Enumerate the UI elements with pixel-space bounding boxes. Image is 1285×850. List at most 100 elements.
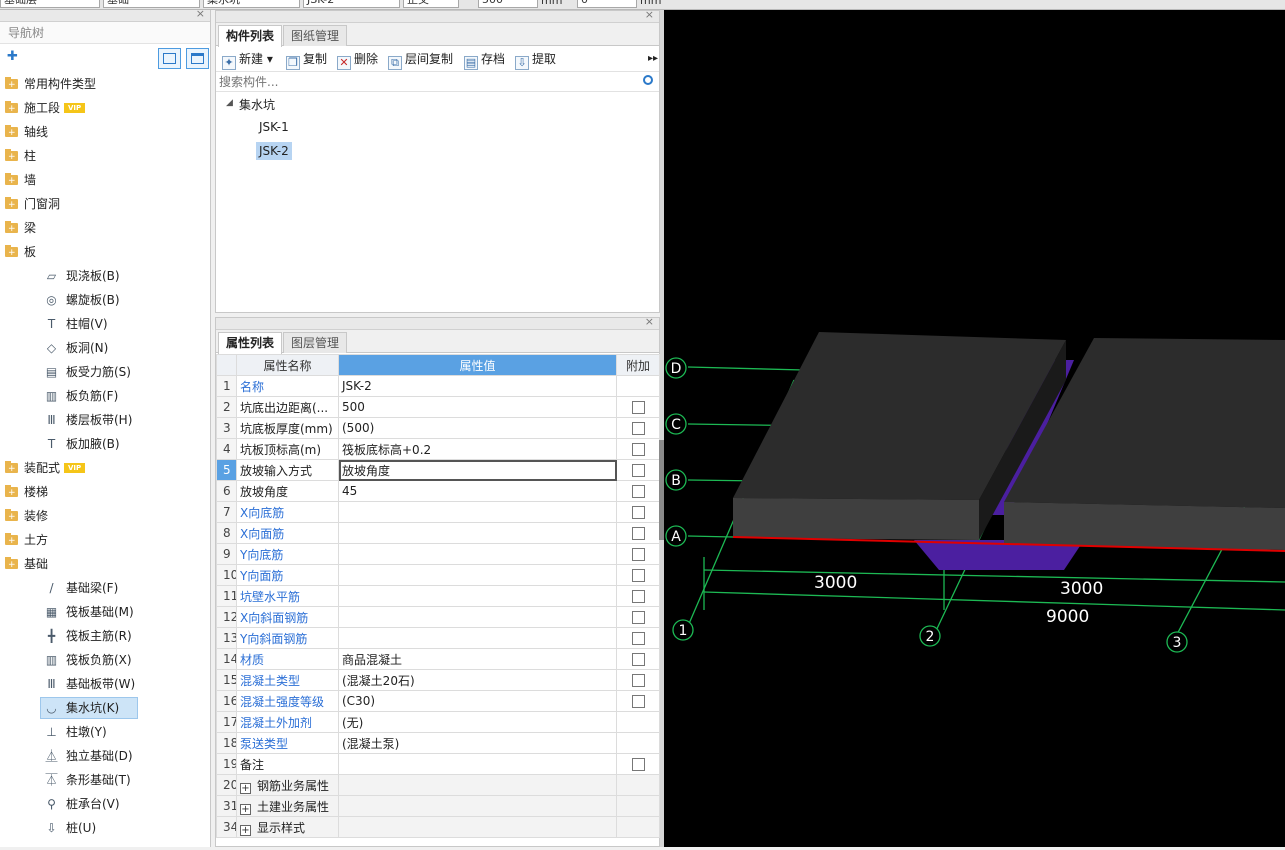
nav-item[interactable]: Ⅲ 基础板带(W) xyxy=(0,672,210,696)
property-row[interactable]: 8 X向面筋 xyxy=(216,522,660,544)
nav-item[interactable]: ▥ 板负筋(F) xyxy=(0,384,210,408)
property-row[interactable]: 16混凝土强度等级(C30) xyxy=(216,690,660,712)
extract-button[interactable]: ⇩ 提取 xyxy=(515,51,556,70)
nav-item[interactable]: / 基础梁(F) xyxy=(0,576,210,600)
attach-checkbox[interactable] xyxy=(631,464,645,477)
nav-item[interactable]: 板 xyxy=(0,240,210,265)
component-selector[interactable]: JSK-2 xyxy=(303,0,400,8)
nav-item[interactable]: 施工段VIP xyxy=(0,96,210,121)
property-row[interactable]: 9 Y向底筋 xyxy=(216,543,660,565)
nav-item[interactable]: ⇩ 桩(U) xyxy=(0,816,210,840)
attach-checkbox[interactable] xyxy=(631,695,645,708)
property-row[interactable]: 7 X向底筋 xyxy=(216,501,660,523)
nav-item[interactable]: Ⅲ 楼层板带(H) xyxy=(0,408,210,432)
close-icon[interactable]: × xyxy=(645,315,654,328)
property-value[interactable] xyxy=(338,543,617,565)
attach-checkbox[interactable] xyxy=(631,674,645,687)
property-value[interactable]: (500) xyxy=(338,417,617,439)
category-selector[interactable]: 基础 xyxy=(103,0,200,8)
property-value[interactable]: (混凝土泵) xyxy=(338,732,617,754)
floor-copy-button[interactable]: ⧉ 层间复制 xyxy=(388,51,453,70)
panel-view-button[interactable] xyxy=(186,48,209,69)
attach-checkbox[interactable] xyxy=(631,443,645,456)
property-value[interactable]: JSK-2 xyxy=(338,375,617,397)
attach-checkbox[interactable] xyxy=(631,422,645,435)
property-row[interactable]: 11坑壁水平筋 xyxy=(216,585,660,607)
close-icon[interactable]: × xyxy=(645,8,654,21)
ortho-selector[interactable]: 正交 xyxy=(403,0,459,8)
property-row[interactable]: 15混凝土类型(混凝土20石) xyxy=(216,669,660,691)
tree-item-jsk1[interactable]: JSK-1 xyxy=(259,120,289,134)
property-value[interactable]: (无) xyxy=(338,711,617,733)
nav-item[interactable]: T 板加腋(B) xyxy=(0,432,210,456)
attach-checkbox[interactable] xyxy=(631,611,645,624)
property-row[interactable]: 14材质商品混凝土 xyxy=(216,648,660,670)
nav-item[interactable]: ◡ 集水坑(K) xyxy=(0,696,210,720)
property-value[interactable]: (C30) xyxy=(338,690,617,712)
tab-layer-manager[interactable]: 图层管理 xyxy=(283,332,348,353)
type-selector[interactable]: 集水坑 xyxy=(203,0,300,8)
collapse-icon[interactable]: ◢ xyxy=(226,98,233,108)
expand-icon[interactable]: + xyxy=(240,782,251,794)
copy-button[interactable]: ❐ 复制 xyxy=(286,51,327,70)
nav-item[interactable]: ╋ 筏板主筋(R) xyxy=(0,624,210,648)
expand-icon[interactable]: + xyxy=(240,824,251,836)
attach-checkbox[interactable] xyxy=(631,569,645,582)
property-value[interactable] xyxy=(338,606,617,628)
property-row[interactable]: 19备注 xyxy=(216,753,660,775)
tab-drawing-manager[interactable]: 图纸管理 xyxy=(283,25,348,46)
property-value[interactable]: 45 xyxy=(338,480,617,502)
add-icon[interactable]: ✚ xyxy=(7,49,18,64)
offset-x-input[interactable]: 500 xyxy=(478,0,538,8)
nav-item[interactable]: 墙 xyxy=(0,168,210,193)
tree-root-label[interactable]: 集水坑 xyxy=(239,96,275,113)
property-row[interactable]: 1 名称 JSK-2 xyxy=(216,375,660,397)
property-value[interactable]: 500 xyxy=(338,396,617,418)
property-row[interactable]: 18泵送类型(混凝土泵) xyxy=(216,732,660,754)
nav-item[interactable]: ⏄ 条形基础(T) xyxy=(0,768,210,792)
property-value[interactable] xyxy=(338,501,617,523)
attach-checkbox[interactable] xyxy=(631,401,645,414)
nav-item[interactable]: ◎ 螺旋板(B) xyxy=(0,288,210,312)
property-row[interactable]: 34+ 显示样式 xyxy=(216,816,660,838)
attach-checkbox[interactable] xyxy=(631,653,645,666)
attach-checkbox[interactable] xyxy=(631,590,645,603)
nav-item[interactable]: 基础 xyxy=(0,552,210,577)
attach-checkbox[interactable] xyxy=(631,632,645,645)
expand-icon[interactable]: + xyxy=(240,803,251,815)
property-value[interactable] xyxy=(338,522,617,544)
search-input[interactable] xyxy=(216,72,636,91)
floor-selector[interactable]: 基础层 xyxy=(0,0,100,8)
tab-component-list[interactable]: 构件列表 xyxy=(218,25,283,47)
search-icon[interactable] xyxy=(643,75,653,85)
property-value[interactable] xyxy=(338,627,617,649)
property-row[interactable]: 12X向斜面钢筋 xyxy=(216,606,660,628)
nav-item[interactable]: T 柱帽(V) xyxy=(0,312,210,336)
property-row[interactable]: 3 坑底板厚度(mm) (500) xyxy=(216,417,660,439)
nav-item[interactable]: ⏅ 独立基础(D) xyxy=(0,744,210,768)
nav-item[interactable]: 装修 xyxy=(0,504,210,529)
tab-property-list[interactable]: 属性列表 xyxy=(218,332,283,354)
nav-item[interactable]: ⊥ 柱墩(Y) xyxy=(0,720,210,744)
offset-y-input[interactable]: 0 xyxy=(577,0,637,8)
property-row[interactable]: 20+ 钢筋业务属性 xyxy=(216,774,660,796)
nav-item[interactable]: ▥ 筏板负筋(X) xyxy=(0,648,210,672)
property-row[interactable]: 31+ 土建业务属性 xyxy=(216,795,660,817)
nav-item[interactable]: 装配式VIP xyxy=(0,456,210,481)
3d-viewport[interactable]: D C B A 1 2 3 3000 3000 9000 xyxy=(664,10,1285,847)
nav-item[interactable]: 梁 xyxy=(0,216,210,241)
nav-item[interactable]: 土方 xyxy=(0,528,210,553)
property-row[interactable]: 4 坑板顶标高(m) 筏板底标高+0.2 xyxy=(216,438,660,460)
attach-checkbox[interactable] xyxy=(631,527,645,540)
nav-item[interactable]: 轴线 xyxy=(0,120,210,145)
property-value[interactable]: (混凝土20石) xyxy=(338,669,617,691)
delete-button[interactable]: ✕ 删除 xyxy=(337,51,378,70)
property-value[interactable] xyxy=(338,585,617,607)
property-row[interactable]: 5 放坡输入方式 放坡角度 xyxy=(216,459,660,481)
attach-checkbox[interactable] xyxy=(631,758,645,771)
more-icon[interactable]: ▸▸ xyxy=(648,51,658,67)
nav-item[interactable]: ▤ 板受力筋(S) xyxy=(0,360,210,384)
tree-item-jsk2[interactable]: JSK-2 xyxy=(256,142,292,160)
property-value[interactable]: 放坡角度 xyxy=(338,459,617,481)
archive-button[interactable]: ▤ 存档 xyxy=(464,51,505,70)
